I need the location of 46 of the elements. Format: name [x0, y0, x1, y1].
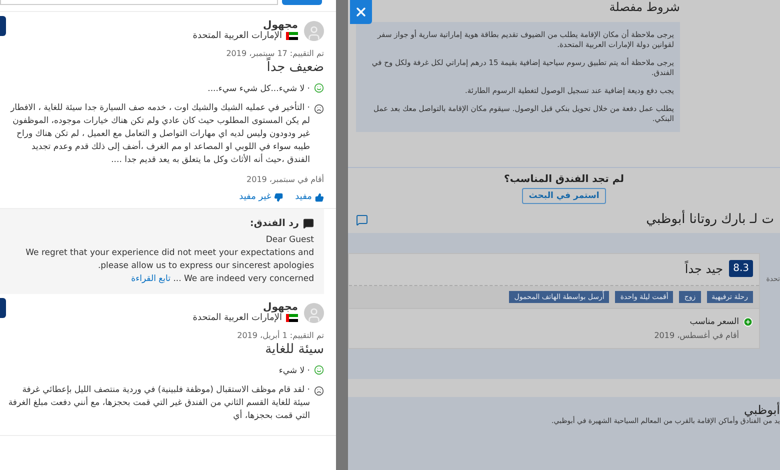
- reply-heading: رد الفندق:: [250, 217, 299, 230]
- stay-date: أقام في أغسطس، 2019: [653, 331, 740, 342]
- close-button[interactable]: [350, 0, 372, 24]
- read-more-link[interactable]: تابع القراءة: [131, 274, 170, 284]
- search-button[interactable]: [282, 0, 322, 5]
- frown-icon: [314, 104, 324, 114]
- pro-text: السعر مناسب: [690, 317, 739, 327]
- stay-date: أقام في سبتمبر، 2019: [246, 175, 324, 184]
- rating-text: جيد جداً: [684, 262, 724, 276]
- smile-icon: [314, 83, 324, 93]
- review-date: تم التقييم: 17 سبتمبر، 2019: [225, 49, 324, 58]
- avatar-icon: [304, 302, 324, 322]
- score-badge: 8.3: [729, 260, 753, 277]
- frown-icon: [314, 386, 324, 396]
- close-icon: [354, 5, 368, 19]
- reply-text: We are indeed very concerned ...: [173, 274, 314, 284]
- area-heading: أبوظبي: [742, 403, 780, 417]
- smile-icon: [314, 365, 324, 375]
- speech-bubble-icon: [303, 218, 314, 229]
- disliked-text: · لقد قام موظف الاستقبال (موظفة فلبينية) في وردية منتصف الليل بإعطائي غرفة سيئة للغاية القسم الثاني من الفندق غير التي قمت بحجزها، مع أنني دفعت مبلغ الغرفة التي قمت بحجزها، أي: [7, 384, 310, 423]
- flag-icon: [286, 314, 298, 322]
- reply-greeting: Dear Guest: [264, 234, 314, 247]
- helpful-link[interactable]: مفيد: [295, 192, 324, 202]
- reviewer-name: مجهول: [262, 302, 298, 313]
- flag-icon: [286, 32, 298, 40]
- thumbs-down-icon: [274, 192, 284, 202]
- disliked-text: · التأخير في عمليه الشيك والشيك اوت ، خدمه صف السيارة جدا سيئة للغاية ، الافطار لم يكن المستوى المطلوب حيث كان عادي ولم تكن هناك خيارات موجوده، الموظفون غير ودودون وليس لديه اي مهارات التواصل و التعامل مع العميل ، لم تكن هناك وراح طيبه سواء في اللوبي او المصاعد او مم الغرف ،أضف إلى ذلك قدم وعدم تجديد الفندق ،حيث أنه الأثاث وكل ما يتعلق به يعد قديم جدا ....: [9, 102, 310, 167]
- continue-search-button[interactable]: استمر في البحث: [522, 188, 606, 204]
- reviewer-name: مجهول: [262, 20, 298, 31]
- terms-heading: شروط مفصلة: [609, 0, 680, 14]
- scrollbar[interactable]: [336, 0, 348, 470]
- country-text: الإمارات العربية المتحدة: [192, 31, 282, 41]
- thumbs-up-icon: [315, 192, 324, 202]
- liked-text: · لا شيء: [278, 365, 310, 378]
- not-helpful-link[interactable]: غير مفيد: [239, 192, 284, 202]
- review-date: تم التقييم: 1 أبريل، 2019: [236, 331, 324, 340]
- review-title: سيئة للغاية: [264, 342, 324, 357]
- country-text: الإمارات العربية المتحدة: [192, 313, 282, 323]
- plus-icon: [743, 317, 753, 327]
- reviews-heading: ت لـ بارك روتانا أبوظبي: [646, 212, 774, 227]
- reply-text: We regret that your experience did not meet your expectations and please allow us to express our sincerest apologies.: [24, 247, 314, 273]
- prompt-question: لم تجد الفندق المناسب؟: [504, 174, 624, 185]
- speech-bubble-icon: [356, 214, 368, 226]
- avatar-icon: [304, 20, 324, 40]
- liked-text: · لا شيء...كل شيء سيء....: [208, 83, 310, 96]
- search-field[interactable]: [0, 0, 278, 5]
